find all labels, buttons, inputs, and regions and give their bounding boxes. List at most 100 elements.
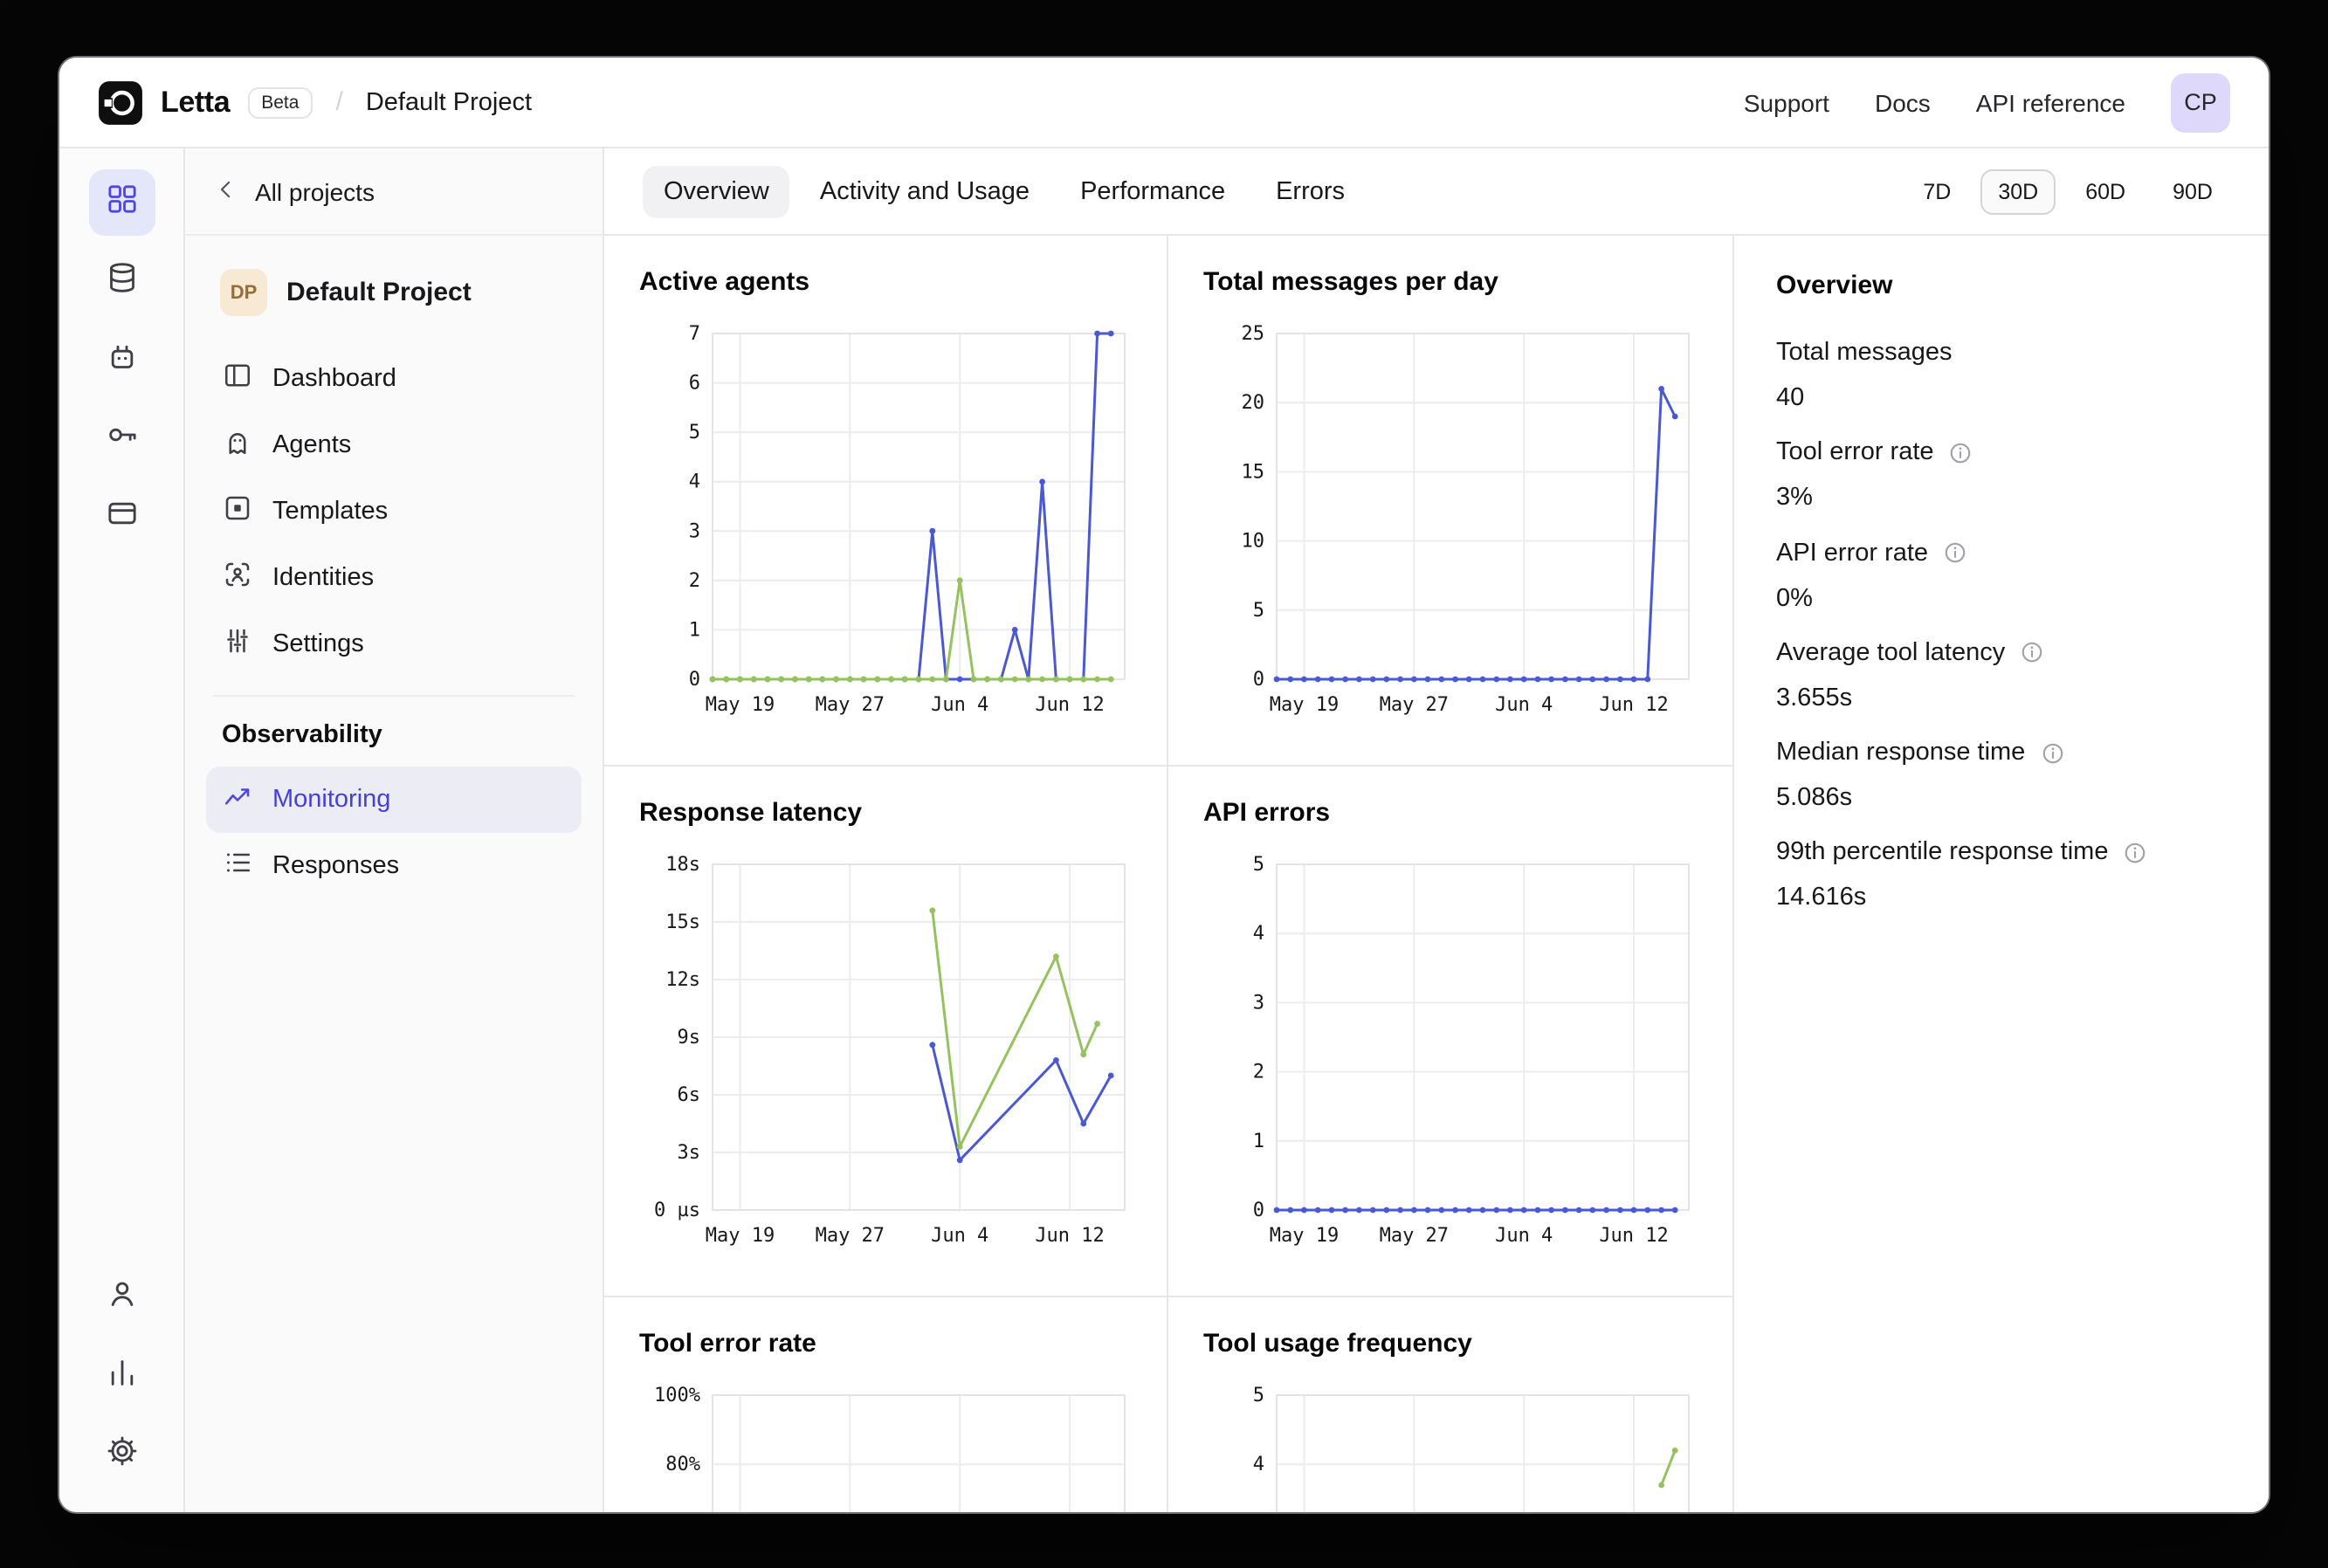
svg-text:5: 5 (689, 422, 700, 444)
chevron-left-icon (213, 175, 239, 207)
sliders-icon (222, 625, 253, 664)
svg-text:25: 25 (1242, 323, 1265, 345)
sidebar-item-label: Responses (272, 852, 399, 880)
rail-item-projects[interactable] (88, 169, 155, 236)
dashboard-icon (222, 360, 253, 398)
user-avatar[interactable]: CP (2171, 72, 2230, 132)
stat-label: Tool error rate (1776, 437, 1934, 469)
info-icon[interactable] (2039, 739, 2065, 766)
svg-text:4: 4 (1253, 923, 1264, 945)
stat-value: 3% (1776, 483, 2227, 514)
svg-text:15s: 15s (665, 911, 700, 933)
gear-icon (104, 1433, 139, 1476)
sidebar-item-settings[interactable]: Settings (206, 611, 582, 677)
chart-title-total-messages: Total messages per day (1203, 267, 1698, 297)
stat-label: 99th percentile response time (1776, 837, 2108, 869)
rail-item-agents[interactable] (88, 327, 155, 393)
stat-label: Median response time (1776, 737, 2025, 768)
info-icon[interactable] (1942, 540, 1968, 566)
sidebar-item-templates[interactable]: Templates (206, 478, 582, 545)
svg-text:May 19: May 19 (1270, 694, 1339, 716)
range-90d[interactable]: 90D (2155, 168, 2230, 214)
stat-value: 40 (1776, 382, 2227, 414)
sidebar-item-responses[interactable]: Responses (206, 833, 582, 899)
tab-errors[interactable]: Errors (1255, 165, 1366, 217)
svg-text:20: 20 (1242, 392, 1265, 414)
chart-cell-active-agents: Active agents01234567May 19May 27Jun 4Ju… (604, 236, 1168, 767)
stat-value: 5.086s (1776, 782, 2227, 814)
svg-text:3: 3 (689, 520, 700, 542)
svg-text:10: 10 (1242, 531, 1265, 553)
stat-value: 0% (1776, 582, 2227, 614)
svg-text:5: 5 (1253, 854, 1264, 876)
chart-cell-total-messages: Total messages per day0510152025May 19Ma… (1168, 236, 1732, 767)
rail-item-settings[interactable] (88, 1421, 155, 1488)
tab-activity-and-usage[interactable]: Activity and Usage (799, 165, 1050, 217)
sidebar-item-label: Identities (272, 564, 374, 592)
sidebar-item-label: Settings (272, 630, 364, 658)
overview-summary-panel: Overview Total messages 40 Tool error ra… (1732, 236, 2269, 1512)
chart-cell-api-errors: API errors012345May 19May 27Jun 4Jun 12 (1168, 767, 1732, 1297)
templates-icon (222, 492, 253, 531)
svg-text:2: 2 (1253, 1062, 1264, 1083)
svg-text:Jun 4: Jun 4 (931, 1225, 988, 1247)
breadcrumb-project: Default Project (366, 88, 532, 116)
svg-text:Jun 4: Jun 4 (1495, 694, 1553, 716)
api-reference-link[interactable]: API reference (1976, 88, 2125, 116)
project-row[interactable]: DP Default Project (206, 260, 582, 325)
info-icon[interactable] (2122, 840, 2148, 866)
sidebar-item-identities[interactable]: Identities (206, 545, 582, 611)
svg-text:0 µs: 0 µs (654, 1200, 700, 1221)
svg-text:4: 4 (1253, 1454, 1264, 1475)
range-60d[interactable]: 60D (2068, 168, 2143, 214)
svg-text:May 19: May 19 (706, 694, 775, 716)
sidebar-item-monitoring[interactable]: Monitoring (206, 767, 582, 833)
screen: Letta Beta / Default Project Support Doc… (0, 0, 2328, 1568)
svg-text:Jun 12: Jun 12 (1599, 1225, 1668, 1247)
stat-label: Average tool latency (1776, 637, 2005, 669)
range-30d[interactable]: 30D (1980, 168, 2056, 214)
rail-item-data[interactable] (88, 248, 155, 314)
svg-text:18s: 18s (665, 854, 700, 876)
tab-performance[interactable]: Performance (1059, 165, 1246, 217)
range-7d[interactable]: 7D (1905, 168, 1968, 214)
chart-response-latency: 0 µs3s6s9s12s15s18sMay 19May 27Jun 4Jun … (639, 850, 1133, 1269)
stat-average-tool-latency: Average tool latency 3.655s (1776, 637, 2227, 715)
content-area: Active agents01234567May 19May 27Jun 4Ju… (604, 236, 2269, 1512)
key-icon (104, 416, 139, 460)
body-row: All projects DP Default Project Dashboar… (59, 148, 2269, 1512)
tab-overview[interactable]: Overview (643, 165, 790, 217)
rail-item-api-keys[interactable] (88, 405, 155, 471)
all-projects-back[interactable]: All projects (185, 148, 603, 236)
icon-rail (59, 148, 185, 1512)
rail-item-billing[interactable] (88, 484, 155, 550)
summary-title: Overview (1776, 271, 2227, 300)
sidebar-item-label: Monitoring (272, 786, 390, 814)
project-badge: DP (220, 269, 267, 316)
svg-text:3: 3 (1253, 992, 1264, 1014)
credit-card-icon (104, 495, 139, 539)
chart-active-agents: 01234567May 19May 27Jun 4Jun 12 (639, 320, 1133, 739)
sidebar-item-agents[interactable]: Agents (206, 412, 582, 478)
sidebar-body: DP Default Project Dashboard Agents Temp… (185, 236, 603, 899)
chart-tool-usage-frequency: 012345May 19May 27Jun 4Jun 12 (1203, 1381, 1698, 1512)
chart-title-tool-usage-frequency: Tool usage frequency (1203, 1329, 1698, 1358)
observability-section-label: Observability (206, 711, 582, 767)
info-icon[interactable] (1948, 440, 1974, 466)
support-link[interactable]: Support (1744, 88, 1829, 116)
docs-link[interactable]: Docs (1875, 88, 1931, 116)
sidebar-item-dashboard[interactable]: Dashboard (206, 346, 582, 412)
svg-text:7: 7 (689, 323, 700, 345)
robot-icon (104, 338, 139, 382)
svg-text:Jun 12: Jun 12 (1599, 694, 1668, 716)
stat-total-messages: Total messages 40 (1776, 337, 2227, 415)
stat-99th-percentile-response-time: 99th percentile response time 14.616s (1776, 837, 2227, 915)
chart-cell-tool-error-rate: Tool error rate0%20%40%60%80%100%May 19M… (604, 1297, 1168, 1512)
rail-item-usage[interactable] (88, 1343, 155, 1409)
svg-text:May 27: May 27 (1380, 694, 1449, 716)
svg-text:1: 1 (1253, 1131, 1264, 1152)
svg-text:3s: 3s (678, 1142, 701, 1164)
letta-logo-icon[interactable] (98, 79, 143, 125)
rail-item-account[interactable] (88, 1264, 155, 1331)
info-icon[interactable] (2019, 640, 2045, 666)
